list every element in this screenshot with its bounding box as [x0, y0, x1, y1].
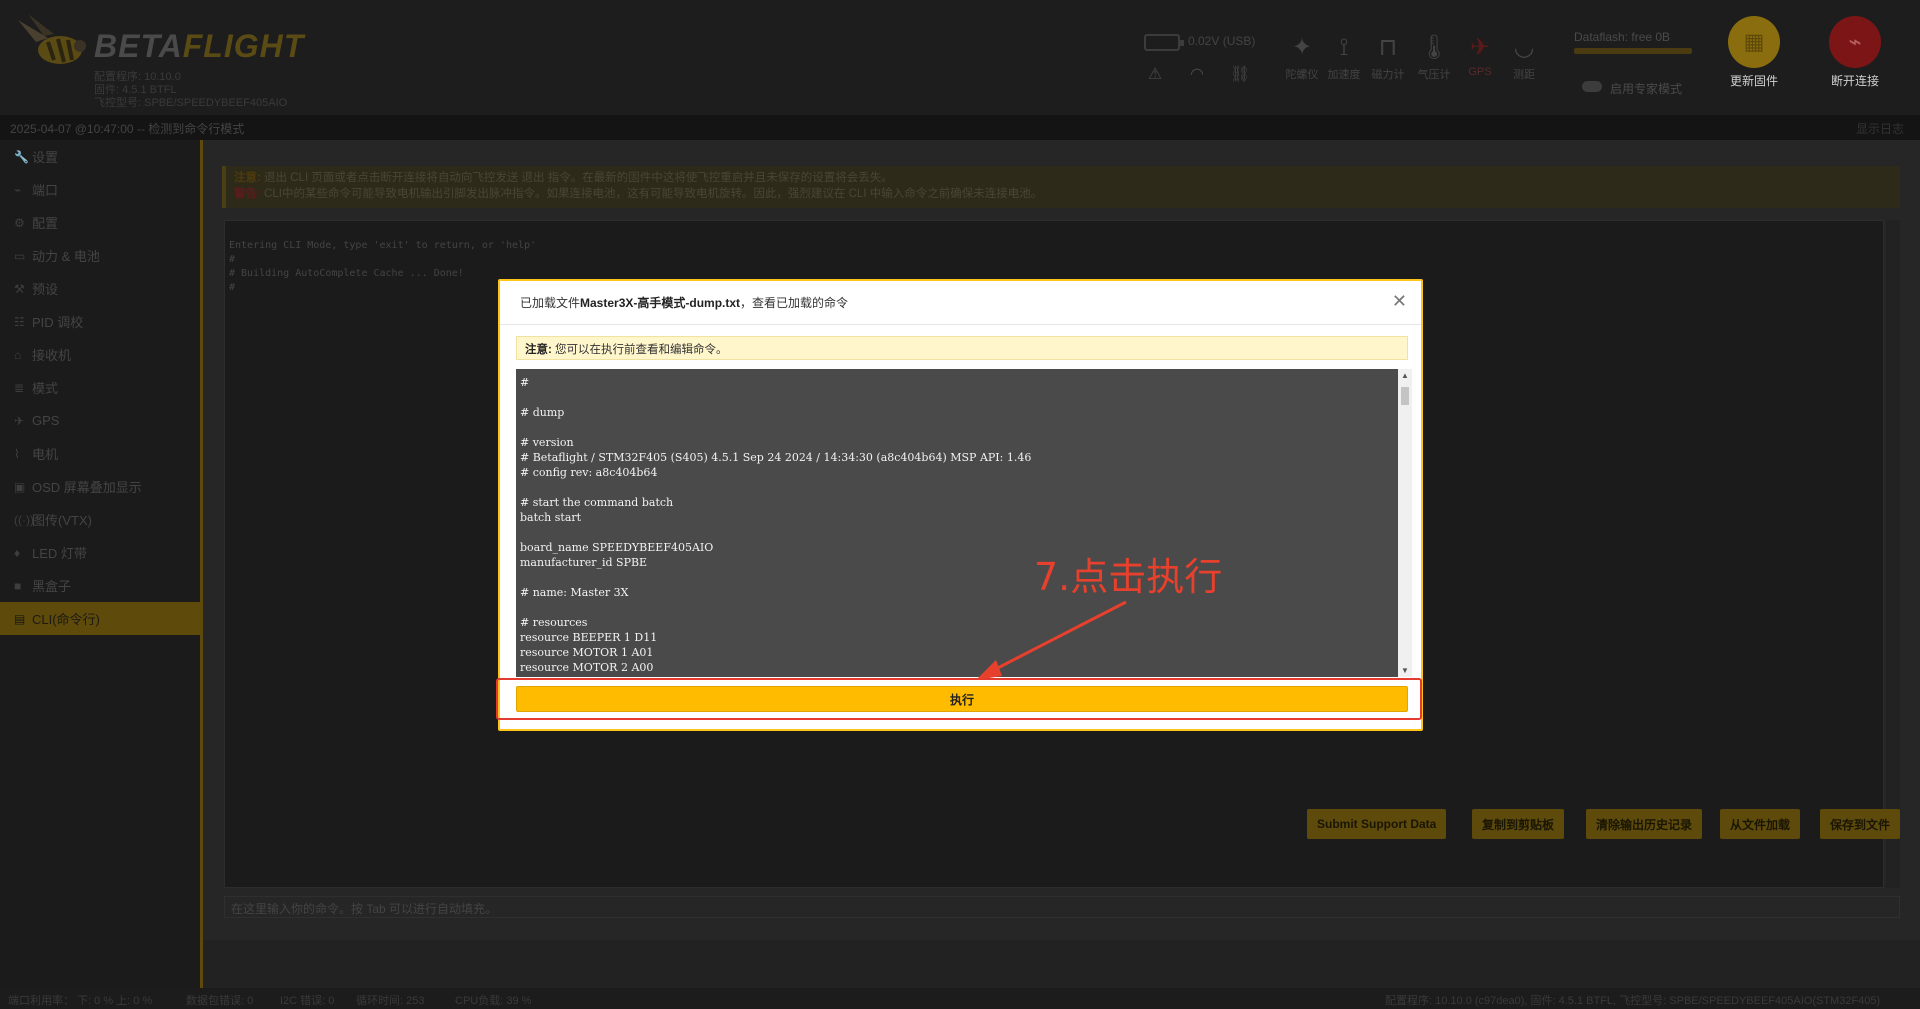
command-preview-textarea[interactable]: # # dump # version # Betaflight / STM32F… [516, 369, 1398, 677]
sensor-accel: ⟟ 加速度 [1322, 30, 1366, 82]
app-header: BETAFLIGHT 配置程序: 10.10.0 固件: 4.5.1 BTFL … [0, 0, 1920, 115]
battery-voltage: 0.02V (USB) [1188, 34, 1256, 48]
port-utilization: 端口利用率： 下: 0 % 上: 0 % [8, 995, 153, 1007]
accel-icon: ⟟ [1339, 34, 1349, 61]
battery-icon: ▭ [14, 248, 26, 263]
status-message: 2025-04-07 @10:47:00 -- 检测到命令行模式 [10, 122, 245, 136]
cpu-load: CPU负载: 39 % [455, 995, 532, 1007]
chip-icon: ▦ [1728, 16, 1780, 68]
sidebar-item-modes[interactable]: ≣ 模式 [0, 371, 200, 404]
sidebar-item-led[interactable]: ♦ LED 灯带 [0, 536, 200, 569]
sensor-gyro: ✦ 陀螺仪 [1280, 30, 1324, 82]
baro-icon: 🌡 [1418, 34, 1450, 61]
betaflight-logo: BETAFLIGHT 配置程序: 10.10.0 固件: 4.5.1 BTFL … [14, 12, 374, 109]
cli-warning-box: 注意: 退出 CLI 页面或者点击断开连接将自动向飞控发送 退出 指令。在最新的… [222, 166, 1900, 208]
execute-button[interactable]: 执行 [516, 686, 1408, 712]
modes-icon: ≣ [14, 380, 25, 395]
dataflash-bar [1574, 48, 1692, 54]
sidebar-item-ports[interactable]: ⌁ 端口 [0, 173, 200, 206]
submit-support-data-button[interactable]: Submit Support Data [1307, 809, 1447, 839]
sensor-mag: ⊓ 磁力计 [1366, 30, 1410, 82]
wand-icon: ⚒ [14, 281, 25, 296]
link-icon: ⛓ [1230, 66, 1251, 83]
close-icon[interactable]: ✕ [1392, 291, 1407, 312]
sidebar-item-receiver[interactable]: ⌂ 接收机 [0, 338, 200, 371]
version-info: 配置程序: 10.10.0 (c97dea0), 固件: 4.5.1 BTFL,… [1385, 995, 1881, 1007]
sonar-icon: ◡ [1513, 34, 1535, 61]
scroll-down-icon[interactable]: ▼ [1401, 666, 1409, 675]
sidebar-item-cli[interactable]: ▤ CLI(命令行) [0, 602, 200, 635]
cli-command-input[interactable]: 在这里输入你的命令。按 Tab 可以进行自动填充。 [224, 896, 1900, 918]
plug-icon: ⌁ [14, 182, 22, 197]
expert-mode-label: 启用专家模式 [1610, 82, 1683, 96]
command-preview-scrollbar[interactable]: ▲ ▼ [1398, 369, 1412, 677]
terminal-icon: ▤ [14, 611, 26, 626]
dialog-title: 已加载文件Master3X-高手模式-dump.txt，查看已加载的命令 [520, 296, 849, 310]
gyro-icon: ✦ [1291, 34, 1313, 61]
status-line: 2025-04-07 @10:47:00 -- 检测到命令行模式 显示日志 [0, 115, 1920, 140]
satellite-icon: ✈ [14, 413, 25, 428]
warning-icon: ⚠ [1147, 66, 1163, 83]
sidebar-item-motors[interactable]: ⌇ 电机 [0, 437, 200, 470]
bee-logo-icon [18, 14, 86, 64]
packet-errors: 数据包错误: 0 [186, 995, 254, 1007]
mag-icon: ⊓ [1378, 34, 1398, 61]
logo-wordmark: BETAFLIGHT [94, 28, 305, 64]
sliders-icon: ☷ [14, 314, 25, 329]
gps-icon: ✈ [1469, 34, 1491, 61]
wifi-icon: ◠ [1190, 66, 1204, 83]
sidebar-item-pid[interactable]: ☷ PID 调校 [0, 305, 200, 338]
led-icon: ♦ [14, 545, 21, 560]
motor-icon: ⌇ [14, 446, 20, 461]
gear-icon: ⚙ [14, 215, 25, 230]
status-bar: 端口利用率： 下: 0 % 上: 0 % 数据包错误: 0 I2C 错误: 0 … [0, 988, 1920, 1009]
receiver-icon: ⌂ [14, 347, 22, 362]
sidebar-item-configuration[interactable]: ⚙ 配置 [0, 206, 200, 239]
loaded-commands-dialog: 已加载文件Master3X-高手模式-dump.txt，查看已加载的命令 ✕ 注… [498, 279, 1423, 731]
copy-to-clipboard-button[interactable]: 复制到剪贴板 [1472, 809, 1565, 839]
blackbox-icon: ■ [14, 578, 22, 593]
sensor-baro: 🌡 气压计 [1412, 30, 1456, 82]
wrench-icon: 🔧 [14, 149, 29, 164]
sensor-sonar: ◡ 测距 [1502, 30, 1546, 82]
sidebar-item-gps[interactable]: ✈ GPS [0, 404, 200, 437]
annotation-arrow-icon [976, 600, 1127, 680]
cli-button-bar [203, 940, 1920, 988]
cli-scrollbar[interactable] [1886, 220, 1900, 888]
sidebar-item-setup[interactable]: 🔧 设置 [0, 140, 200, 173]
cli-output-line: Entering CLI Mode, type 'exit' to return… [229, 240, 537, 251]
update-firmware-button[interactable]: ▦ 更新固件 [1714, 16, 1794, 89]
cli-output-line: # [229, 254, 236, 265]
battery-icon [1144, 34, 1184, 51]
scroll-up-icon[interactable]: ▲ [1401, 371, 1409, 380]
cycle-time: 循环时间: 253 [356, 995, 425, 1007]
vtx-icon: ((·)) [14, 512, 34, 527]
sidebar-item-presets[interactable]: ⚒ 预设 [0, 272, 200, 305]
i2c-errors: I2C 错误: 0 [280, 995, 335, 1007]
sidebar-item-vtx[interactable]: ((·)) 图传(VTX) [0, 503, 200, 536]
dialog-header: 已加载文件Master3X-高手模式-dump.txt，查看已加载的命令 ✕ [500, 281, 1421, 325]
sidebar-item-osd[interactable]: ▣ OSD 屏幕叠加显示 [0, 470, 200, 503]
show-log-link[interactable]: 显示日志 [1856, 120, 1904, 137]
load-from-file-button[interactable]: 从文件加载 [1720, 809, 1801, 839]
version-line-3: 飞控型号: SPBE/SPEEDYBEEF405AIO [94, 97, 288, 109]
scroll-thumb[interactable] [1401, 387, 1409, 405]
clear-history-button[interactable]: 清除输出历史记录 [1586, 809, 1703, 839]
sidebar-item-blackbox[interactable]: ■ 黑盒子 [0, 569, 200, 602]
osd-icon: ▣ [14, 479, 26, 494]
expert-mode-toggle[interactable] [1582, 81, 1602, 92]
usb-icon: ⌁ [1829, 16, 1881, 68]
dialog-note: 注意: 您可以在执行前查看和编辑命令。 [516, 336, 1408, 360]
sensor-gps: ✈ GPS [1458, 30, 1502, 78]
disconnect-button[interactable]: ⌁ 断开连接 [1815, 16, 1895, 89]
save-to-file-button[interactable]: 保存到文件 [1820, 809, 1901, 839]
sidebar-item-power[interactable]: ▭ 动力 & 电池 [0, 239, 200, 272]
sidebar-nav: 🔧 设置 ⌁ 端口 ⚙ 配置 ▭ 动力 & 电池 ⚒ 预设 ☷ PID 调校 ⌂ 接收机 ≣ 模… [0, 140, 200, 988]
dataflash-status: Dataflash: free 0B [1574, 30, 1671, 44]
